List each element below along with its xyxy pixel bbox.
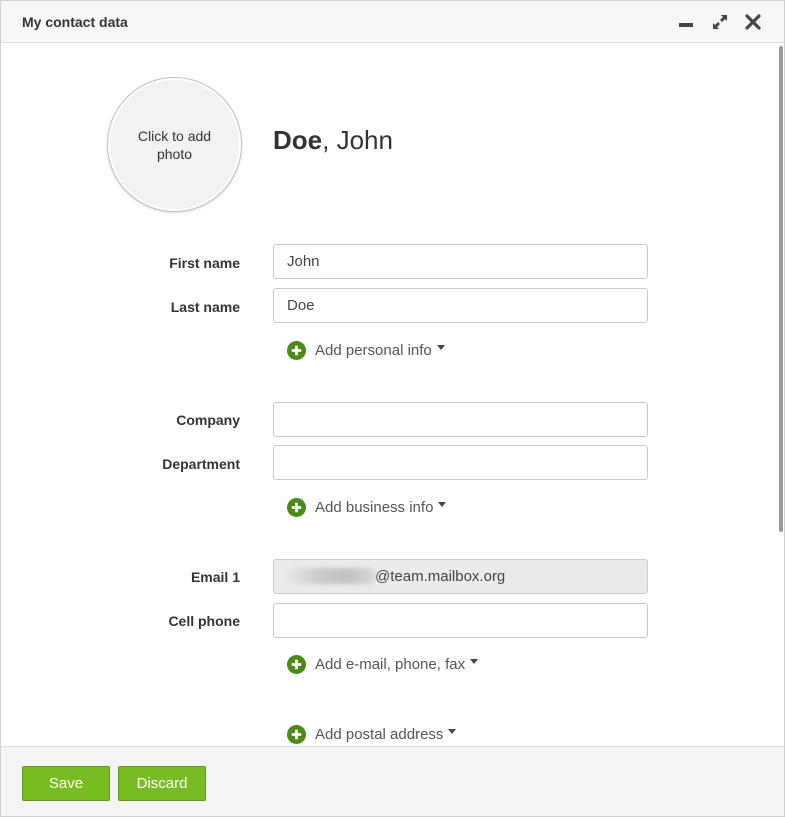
last-name-label: Last name — [170, 299, 240, 315]
caret-down-icon — [438, 502, 447, 507]
plus-circle-icon — [287, 340, 306, 360]
photo-upload-label: Click to add photo — [137, 127, 212, 162]
add-postal-address-link[interactable]: Add postal address — [287, 724, 457, 744]
cell-phone-label: Cell phone — [168, 613, 240, 629]
contact-display-name: Doe, John — [273, 125, 393, 156]
email1-label: Email 1 — [190, 569, 240, 585]
last-name-input[interactable] — [273, 288, 648, 323]
add-personal-info-link[interactable]: Add personal info — [287, 340, 445, 360]
add-business-info-link[interactable]: Add business info — [287, 497, 447, 517]
expand-icon[interactable] — [710, 12, 730, 32]
title-bar: My contact data — [1, 1, 784, 43]
plus-circle-icon — [287, 497, 306, 517]
display-last-name: Doe — [273, 125, 323, 155]
add-postal-address-label: Add postal address — [315, 725, 444, 743]
add-business-info-label: Add business info — [315, 498, 434, 516]
dialog-title: My contact data — [22, 14, 128, 30]
cell-phone-input[interactable] — [273, 603, 648, 638]
department-input[interactable] — [273, 445, 648, 480]
close-icon[interactable] — [743, 12, 763, 32]
first-name-label: First name — [169, 255, 240, 271]
contact-dialog: My contact data Click to add photo Doe, … — [0, 0, 785, 817]
scrollbar-thumb[interactable] — [779, 46, 783, 532]
email1-domain: @team.mailbox.org — [375, 568, 506, 585]
company-label: Company — [176, 412, 240, 428]
caret-down-icon — [470, 659, 479, 664]
department-label: Department — [162, 456, 240, 472]
photo-upload[interactable]: Click to add photo — [108, 78, 241, 211]
display-first-name: John — [336, 125, 393, 155]
redacted-email-user — [287, 568, 375, 584]
discard-button[interactable]: Discard — [118, 766, 206, 801]
company-input[interactable] — [273, 402, 648, 437]
save-button[interactable]: Save — [22, 766, 110, 801]
add-email-phone-fax-label: Add e-mail, phone, fax — [315, 655, 466, 673]
caret-down-icon — [436, 345, 445, 350]
add-email-phone-fax-link[interactable]: Add e-mail, phone, fax — [287, 654, 479, 674]
plus-circle-icon — [287, 654, 306, 674]
caret-down-icon — [448, 729, 457, 734]
minimize-icon[interactable] — [676, 12, 696, 32]
display-name-separator: , — [322, 125, 337, 155]
dialog-footer: Save Discard — [1, 746, 784, 816]
first-name-input[interactable] — [273, 244, 648, 279]
email1-field: @team.mailbox.org — [273, 559, 648, 594]
add-personal-info-label: Add personal info — [315, 341, 432, 359]
plus-circle-icon — [287, 724, 306, 744]
